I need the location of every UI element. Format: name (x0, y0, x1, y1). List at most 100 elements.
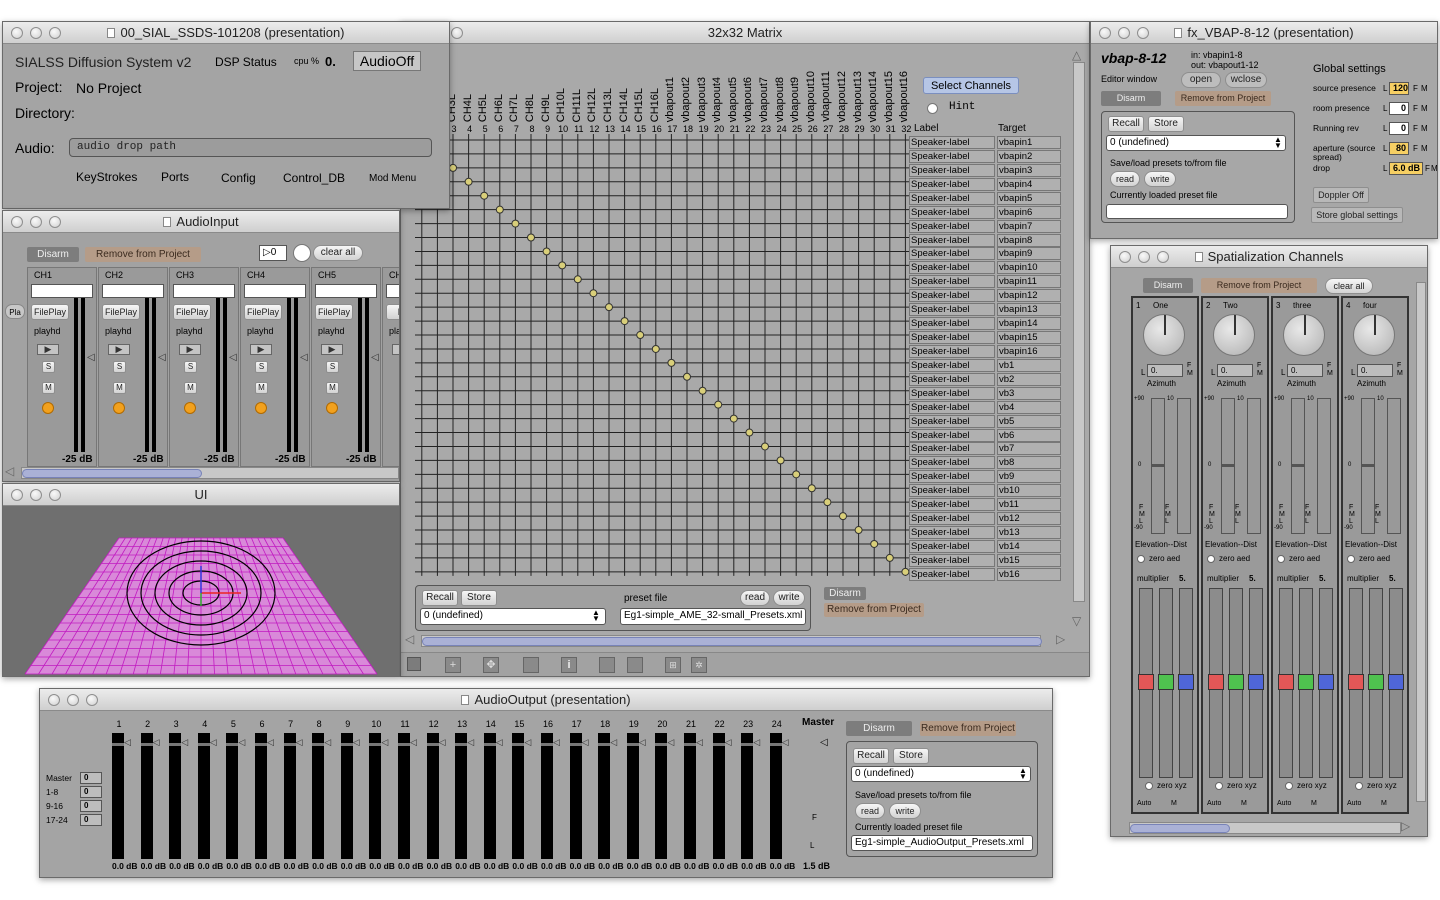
output-gain-arrow-icon[interactable]: ◁ (782, 737, 789, 748)
play-button-icon[interactable]: ▶ (321, 344, 343, 355)
zero-aed-radio[interactable] (1347, 555, 1355, 563)
matrix-connection-node[interactable] (839, 512, 847, 521)
mute-button[interactable]: M (42, 382, 55, 394)
output-gain-handle[interactable] (226, 743, 239, 746)
minimize-icon[interactable] (30, 216, 42, 228)
group-value[interactable]: 0 (80, 800, 102, 812)
matrix-connection-node[interactable] (792, 470, 801, 479)
output-gain-handle[interactable] (426, 743, 439, 746)
minimize-icon[interactable] (1118, 27, 1130, 39)
output-gain-arrow-icon[interactable]: ◁ (353, 737, 360, 748)
read-button[interactable]: read (740, 590, 770, 606)
gain-arrow-icon[interactable]: ◁ (158, 352, 166, 363)
xyz-fader-handle[interactable] (1208, 674, 1224, 690)
scroll-down-icon[interactable]: ▽ (1072, 614, 1081, 628)
fileplay-button[interactable]: File (386, 304, 399, 320)
remove-from-project-button[interactable]: Remove from Project (920, 721, 1016, 736)
output-gain-handle[interactable] (712, 743, 725, 746)
elevation-handle[interactable] (1221, 464, 1235, 467)
xyz-fader-handle[interactable] (1388, 674, 1404, 690)
output-gain-handle[interactable] (369, 743, 382, 746)
info-icon[interactable]: i (561, 657, 577, 673)
mute-button[interactable]: M (113, 382, 126, 394)
output-gain-arrow-icon[interactable]: ◁ (467, 737, 474, 748)
output-gain-arrow-icon[interactable]: ◁ (553, 737, 560, 748)
zero-aed-radio[interactable] (1137, 555, 1145, 563)
mod-menu[interactable]: Mod Menu (369, 173, 416, 184)
channel-input-field[interactable] (31, 284, 93, 298)
preset-select[interactable]: 0 (undefined) (1106, 135, 1286, 151)
setting-value[interactable]: 6.0 dB (1389, 162, 1423, 175)
output-gain-arrow-icon[interactable]: ◁ (496, 737, 503, 748)
play-button-icon[interactable]: ▶ (37, 344, 59, 355)
minimize-icon[interactable] (67, 694, 79, 706)
gain-arrow-icon[interactable]: ◁ (371, 352, 379, 363)
output-gain-arrow-icon[interactable]: ◁ (267, 737, 274, 748)
row-target[interactable]: vb6 (997, 428, 1061, 442)
horizontal-scrollbar[interactable] (421, 635, 1042, 647)
xyz-fader-handle[interactable] (1278, 674, 1294, 690)
row-target[interactable]: vb2 (997, 372, 1061, 386)
close-icon[interactable] (11, 27, 23, 39)
output-gain-handle[interactable] (283, 743, 296, 746)
output-gain-arrow-icon[interactable]: ◁ (610, 737, 617, 748)
matrix-remove-button[interactable]: Remove from Project (824, 603, 924, 617)
matrix-connection-node[interactable] (589, 289, 598, 298)
row-target[interactable]: vb7 (997, 442, 1061, 456)
gain-arrow-icon[interactable]: ◁ (300, 352, 308, 363)
elevation-handle[interactable] (1361, 464, 1375, 467)
matrix-connection-node[interactable] (527, 233, 535, 242)
matrix-connection-node[interactable] (573, 275, 582, 284)
output-gain-handle[interactable] (169, 743, 182, 746)
fileplay-button[interactable]: FilePlay (173, 304, 211, 320)
config-menu[interactable]: Config (221, 171, 256, 185)
scroll-right-icon[interactable]: ▷ (1056, 632, 1065, 646)
audio-output-titlebar[interactable]: AudioOutput (presentation) (40, 689, 1052, 711)
row-target[interactable]: vbapin16 (997, 344, 1061, 358)
gain-arrow-icon[interactable]: ◁ (87, 352, 95, 363)
scroll-up-icon[interactable]: △ (1072, 48, 1081, 62)
matrix-connection-node[interactable] (823, 498, 832, 507)
channel-input-field[interactable] (244, 284, 306, 298)
matrix-connection-node[interactable] (807, 484, 816, 493)
output-gain-arrow-icon[interactable]: ◁ (381, 737, 388, 748)
fileplay-button[interactable]: FilePlay (102, 304, 140, 320)
setting-value[interactable]: 80 (1389, 142, 1409, 155)
matrix-connection-node[interactable] (761, 442, 769, 451)
output-gain-handle[interactable] (769, 743, 782, 746)
azimuth-knob-icon[interactable] (1213, 314, 1255, 356)
store-button[interactable]: Store (893, 748, 929, 764)
elevation-handle[interactable] (1151, 464, 1165, 467)
output-gain-handle[interactable] (626, 743, 639, 746)
move-icon[interactable]: ✥ (483, 657, 499, 673)
xyz-fader-handle[interactable] (1178, 674, 1194, 690)
output-gain-handle[interactable] (398, 743, 410, 746)
row-target[interactable]: vb9 (997, 470, 1061, 484)
preset-select[interactable]: 0 (undefined) (420, 608, 606, 625)
zero-xyz-radio[interactable] (1145, 782, 1153, 790)
matrix-connection-node[interactable] (854, 526, 863, 535)
row-target[interactable]: vbapin7 (997, 219, 1061, 233)
output-gain-handle[interactable] (112, 743, 124, 746)
read-button[interactable]: read (1110, 171, 1140, 187)
mute-button[interactable]: M (326, 382, 339, 394)
matrix-connection-node[interactable] (636, 331, 645, 340)
channel-input-field[interactable] (315, 284, 377, 298)
disarm-button[interactable]: Disarm (1101, 91, 1161, 106)
fileplay-button[interactable]: FilePlay (31, 304, 69, 320)
output-gain-handle[interactable] (598, 743, 611, 746)
select-channels-button[interactable]: Select Channels (923, 77, 1019, 94)
output-gain-arrow-icon[interactable]: ◁ (753, 737, 760, 748)
output-gain-arrow-icon[interactable]: ◁ (238, 737, 245, 748)
matrix-grid[interactable] (401, 134, 911, 604)
xyz-fader-handle[interactable] (1368, 674, 1384, 690)
matrix-connection-node[interactable] (495, 205, 504, 214)
keystrokes-menu[interactable]: KeyStrokes (76, 170, 137, 184)
row-target[interactable]: vb3 (997, 386, 1061, 400)
play-button-icon[interactable]: ▶ (179, 344, 201, 355)
output-gain-arrow-icon[interactable]: ◁ (296, 737, 303, 748)
output-gain-handle[interactable] (569, 743, 582, 746)
row-target[interactable]: vbapin8 (997, 233, 1061, 247)
row-target[interactable]: vb14 (997, 539, 1061, 553)
output-gain-arrow-icon[interactable]: ◁ (725, 737, 732, 748)
